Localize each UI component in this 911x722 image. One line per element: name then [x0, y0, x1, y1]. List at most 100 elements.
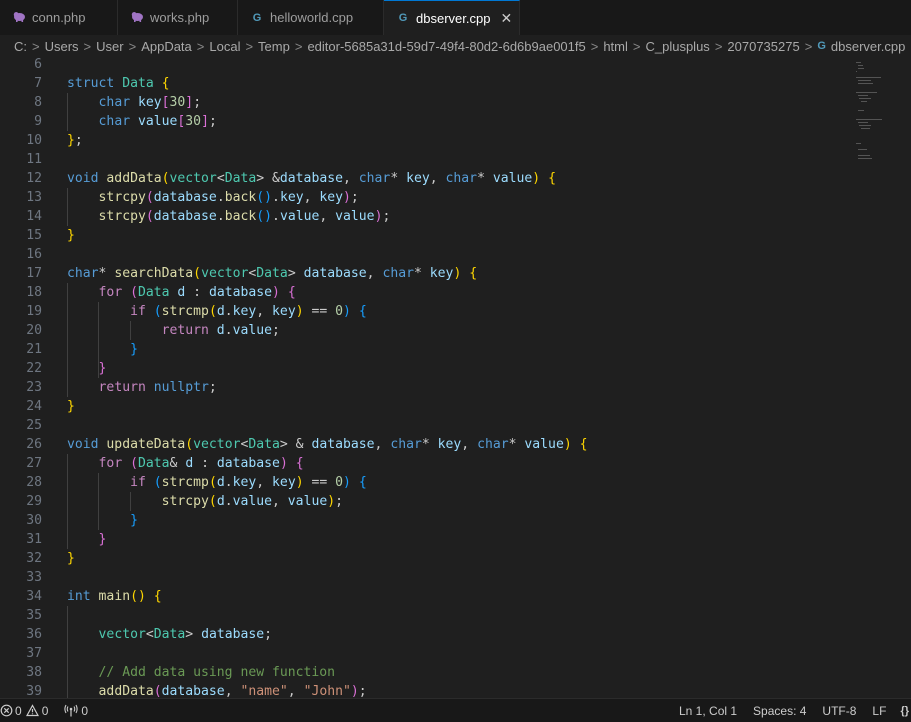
- code-text: int main() {: [67, 587, 162, 606]
- code-token: (: [208, 494, 217, 509]
- encoding-setting[interactable]: UTF-8: [822, 704, 856, 718]
- code-token: {: [548, 171, 556, 186]
- code-token: void: [67, 437, 107, 452]
- ports-indicator[interactable]: 0: [64, 704, 88, 718]
- minimap-line: [858, 80, 871, 81]
- code-token: :: [193, 456, 217, 471]
- code-token: {: [153, 589, 162, 604]
- code-token: }: [130, 513, 138, 528]
- breadcrumb-item[interactable]: editor-5685a31d-59d7-49f4-80d2-6d6b9ae00…: [307, 39, 585, 54]
- close-icon[interactable]: ✕: [500, 10, 512, 27]
- cursor-position[interactable]: Ln 1, Col 1: [679, 704, 737, 718]
- code-token: ;: [272, 323, 280, 338]
- code-token: .: [272, 190, 280, 205]
- breadcrumb-item[interactable]: Users: [45, 39, 79, 54]
- code-token: char: [67, 266, 99, 281]
- code-token: addData: [106, 171, 162, 186]
- code-token: for: [98, 456, 131, 471]
- chevron-right-icon: >: [196, 38, 205, 54]
- breadcrumb-item[interactable]: AppData: [141, 39, 192, 54]
- minimap-line: [856, 62, 861, 63]
- code-token: ,: [461, 437, 478, 452]
- code-token: database: [153, 190, 217, 205]
- code-token: {: [287, 285, 296, 300]
- code-text: }: [67, 359, 107, 378]
- breadcrumb-item[interactable]: Temp: [258, 39, 290, 54]
- line-number: 32: [26, 551, 42, 566]
- code-token: (: [153, 304, 162, 319]
- line-number: 28: [26, 475, 42, 490]
- code-token: ): [295, 304, 304, 319]
- eol-setting[interactable]: LF: [872, 704, 886, 718]
- code-token: .: [224, 494, 233, 509]
- problems-indicator[interactable]: 0 0: [0, 704, 48, 718]
- tab-conn-php[interactable]: conn.php: [0, 0, 118, 35]
- chevron-right-icon: >: [83, 38, 92, 54]
- code-token: }: [130, 342, 138, 357]
- code-text: vector<Data> database;: [67, 625, 273, 644]
- code-token: ,: [429, 171, 446, 186]
- code-token: Data: [224, 171, 257, 186]
- code-token: (: [130, 456, 138, 471]
- tab-label: works.php: [150, 10, 210, 25]
- breadcrumb-item[interactable]: Local: [209, 39, 240, 54]
- line-number: 39: [26, 684, 42, 698]
- breadcrumb-item[interactable]: C_plusplus: [645, 39, 709, 54]
- line-number: 17: [26, 266, 42, 281]
- breadcrumb-item[interactable]: 2070735275: [727, 39, 799, 54]
- line-number: 37: [26, 646, 42, 661]
- breadcrumb-item[interactable]: User: [96, 39, 123, 54]
- code-token: (: [153, 475, 162, 490]
- tab-dbserver-cpp[interactable]: Gdbserver.cpp ✕: [384, 0, 520, 35]
- ports-count: 0: [81, 703, 89, 718]
- code-token: ;: [208, 114, 217, 129]
- code-token: d: [216, 323, 225, 338]
- code-text: }: [67, 549, 75, 568]
- code-token: updateData: [106, 437, 186, 452]
- tab-label: conn.php: [32, 10, 86, 25]
- cpp-file-icon: G: [252, 11, 262, 24]
- code-token: {: [358, 304, 367, 319]
- code-token: .: [216, 209, 225, 224]
- tab-label: helloworld.cpp: [270, 10, 354, 25]
- code-token: strcpy: [98, 190, 146, 205]
- line-number: 22: [26, 361, 42, 376]
- line-number: 10: [26, 133, 42, 148]
- error-icon: [0, 704, 13, 717]
- indentation-setting[interactable]: Spaces: 4: [753, 704, 806, 718]
- line-number: 11: [26, 152, 42, 167]
- code-token: int: [67, 589, 99, 604]
- code-token: // Add data using new function: [98, 665, 336, 680]
- code-token: }: [67, 551, 75, 566]
- code-token: value: [232, 323, 272, 338]
- code-text: addData(database, "name", "John");: [67, 682, 367, 698]
- code-line: 33: [0, 568, 850, 587]
- minimap-line: [858, 149, 867, 150]
- minimap-line: [856, 71, 857, 72]
- breadcrumb-item[interactable]: C:: [14, 39, 27, 54]
- code-editor[interactable]: 6 7 struct Data {8 char key[30]; 9 char val…: [0, 57, 911, 698]
- minimap[interactable]: [856, 57, 886, 177]
- code-token: ): [563, 437, 572, 452]
- breadcrumb-item[interactable]: html: [603, 39, 628, 54]
- code-token: }: [67, 228, 75, 243]
- tab-helloworld-cpp[interactable]: Ghelloworld.cpp: [238, 0, 384, 35]
- code-token: {: [579, 437, 588, 452]
- code-token: vector: [98, 627, 146, 642]
- code-token: ==: [303, 475, 336, 490]
- code-token: return: [161, 323, 217, 338]
- code-line: 24}: [0, 397, 850, 416]
- language-mode-icon[interactable]: {}: [900, 705, 909, 717]
- tab-works-php[interactable]: works.php: [118, 0, 238, 35]
- code-token: ,: [224, 684, 241, 698]
- code-token: {: [469, 266, 478, 281]
- code-line: 14 strcpy(database.back().value, value);: [0, 207, 850, 226]
- code-token: (: [161, 171, 170, 186]
- breadcrumb-item[interactable]: dbserver.cpp: [831, 39, 905, 54]
- code-token: ]: [185, 95, 194, 110]
- code-token: database: [153, 209, 217, 224]
